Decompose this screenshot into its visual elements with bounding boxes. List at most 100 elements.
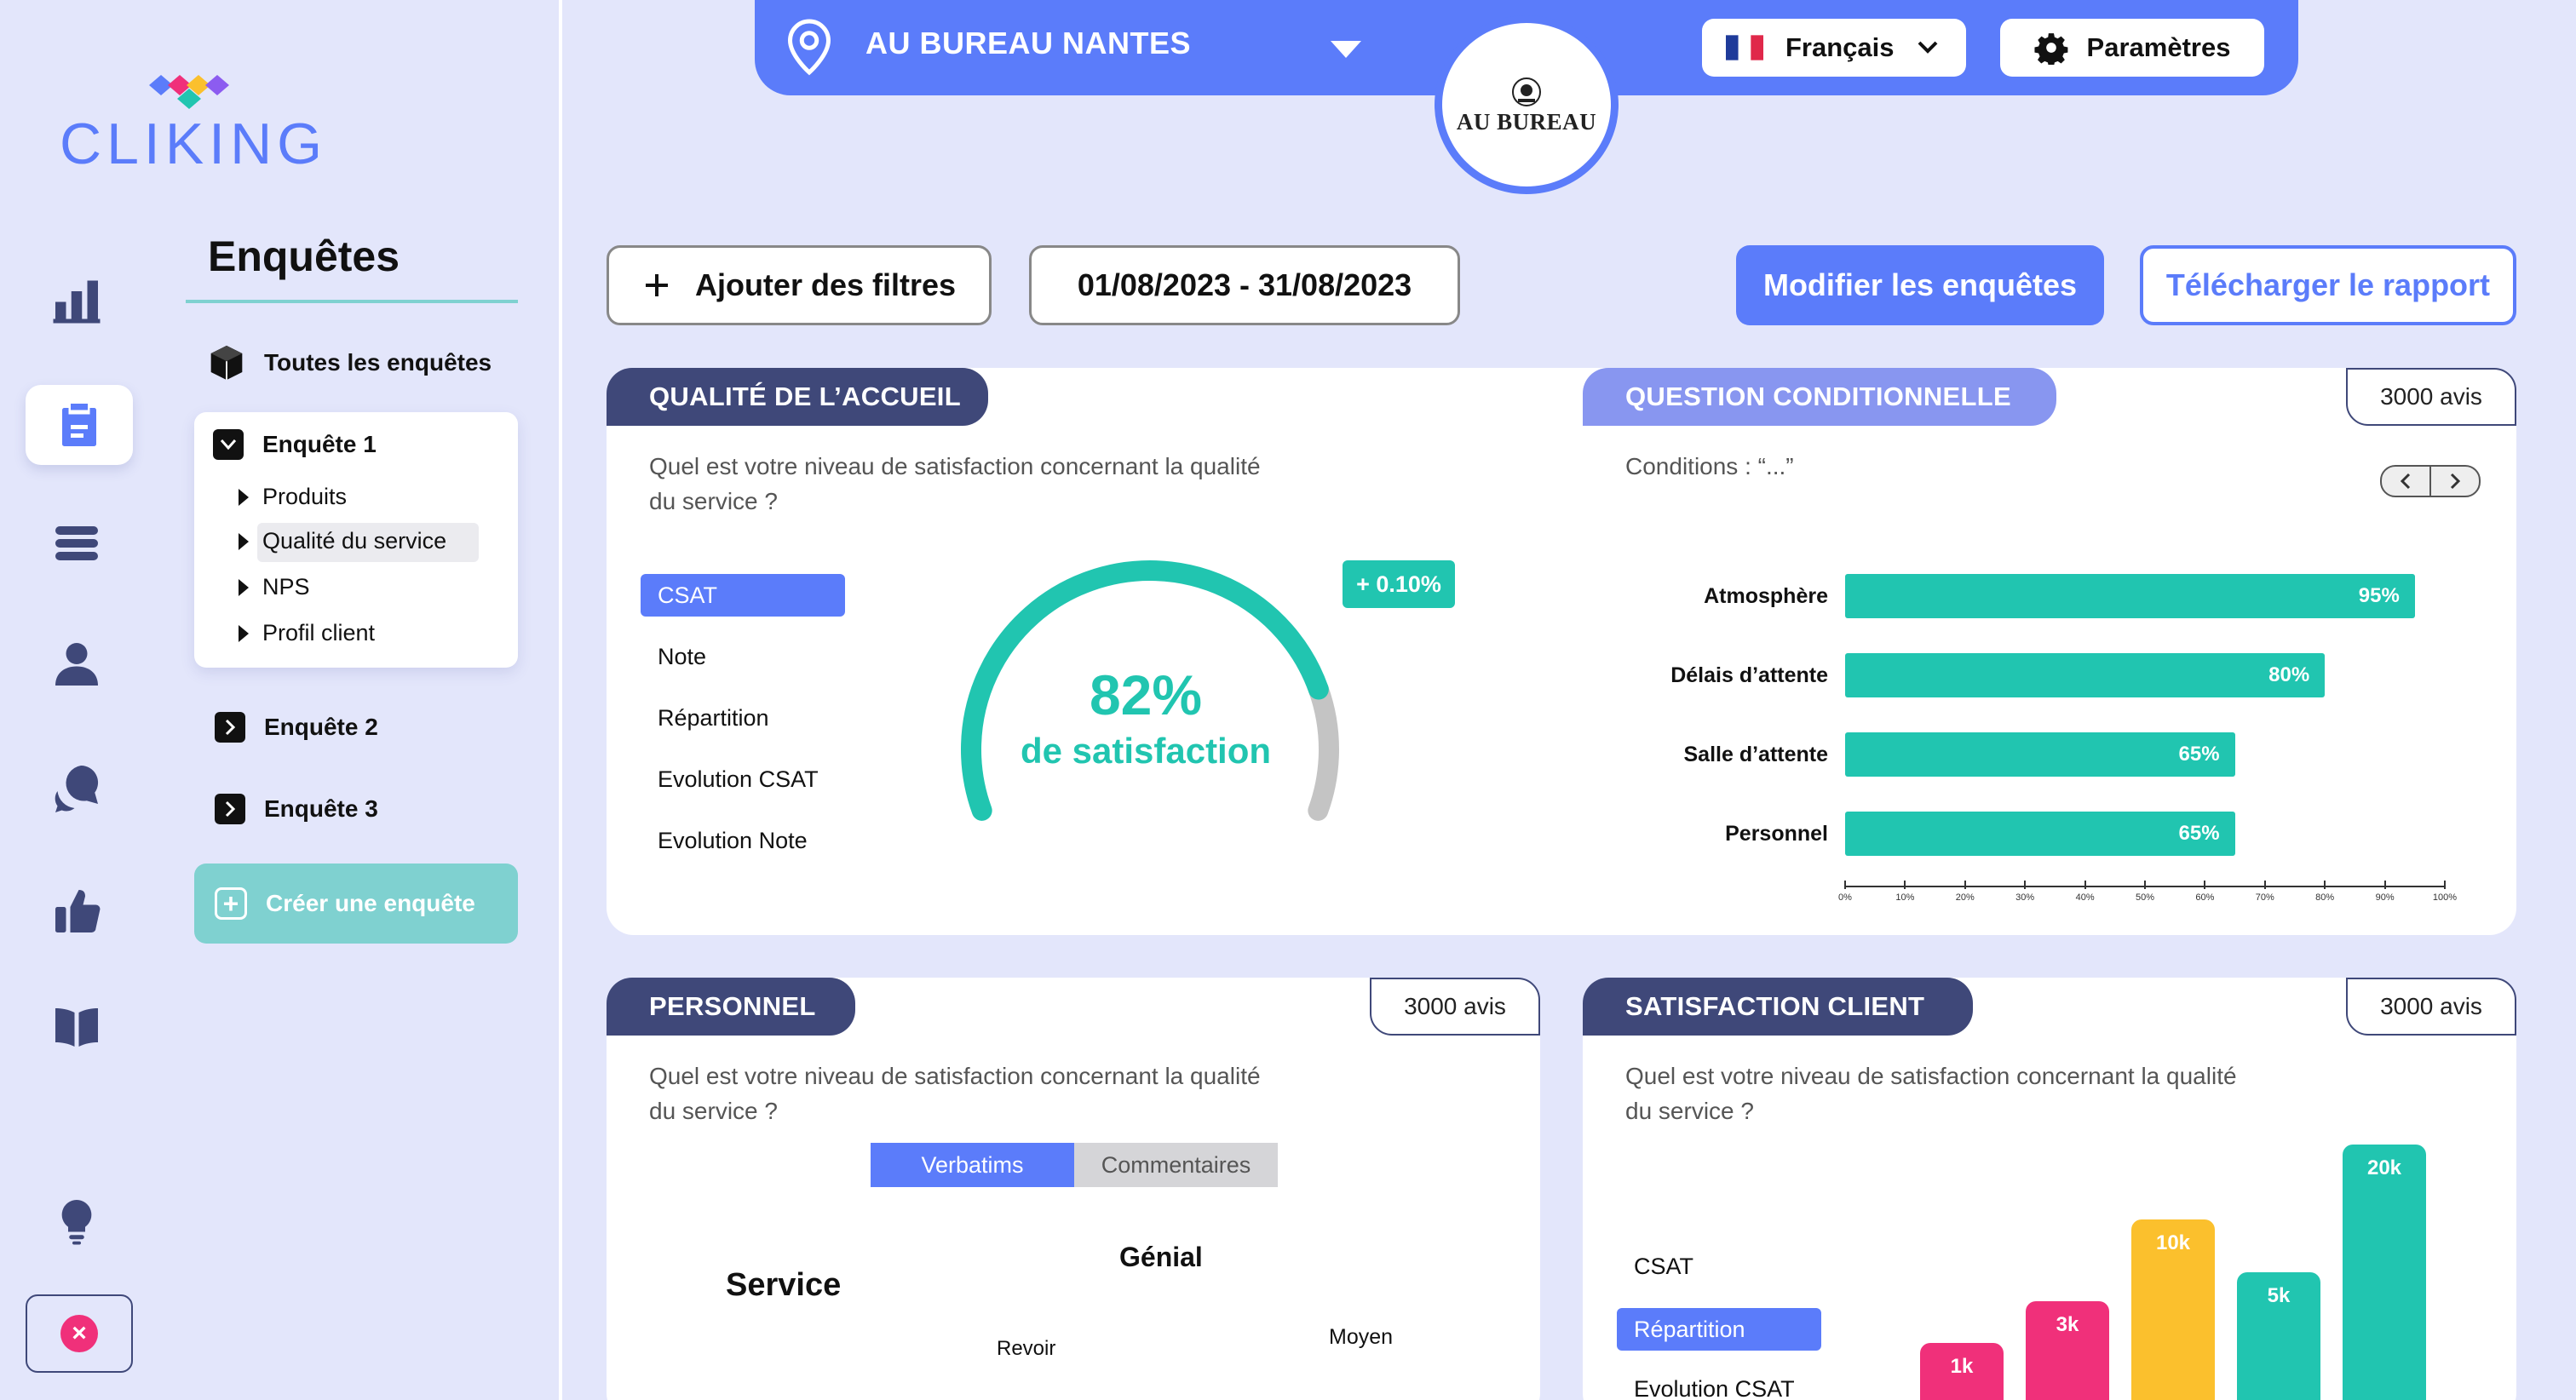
sidebar-item-label: Enquête 2 (264, 714, 378, 740)
menu-item-csat[interactable]: CSAT (641, 574, 845, 617)
location-selector[interactable]: AU BUREAU NANTES (865, 26, 1191, 61)
bar: 1k (1920, 1342, 2004, 1400)
personnel-panel (607, 978, 1540, 1400)
question-line: Quel est votre niveau de satisfaction co… (1625, 1063, 2237, 1089)
close-button[interactable]: × (26, 1294, 133, 1373)
crest-icon (1512, 77, 1541, 106)
menu-item-csat[interactable]: CSAT (1634, 1254, 1693, 1280)
chevron-left-icon[interactable] (2382, 467, 2431, 496)
chart-icon[interactable] (43, 266, 111, 334)
menu-item-evolution-csat[interactable]: Evolution CSAT (1634, 1376, 1795, 1400)
word-cloud-item: Service (726, 1267, 842, 1303)
menu-item-note[interactable]: Note (658, 644, 706, 670)
sidebar-item-label: Enquête 3 (264, 795, 378, 822)
modify-surveys-button[interactable]: Modifier les enquêtes (1736, 245, 2104, 325)
gauge-readout: 82% de satisfaction (1005, 663, 1286, 772)
sidebar-divider (559, 0, 562, 1400)
tab-qualite-accueil[interactable]: QUALITÉ DE L’ACCUEIL (607, 368, 988, 426)
chat-icon[interactable] (43, 753, 111, 821)
x-tick-label: 100% (2432, 892, 2458, 903)
bar: 65% (1845, 812, 2235, 856)
x-tick (2204, 881, 2206, 889)
x-tick (2324, 881, 2326, 889)
tab-satisfaction-client[interactable]: SATISFACTION CLIENT (1583, 978, 1973, 1036)
x-tick-label: 20% (1955, 892, 1975, 903)
menu-item-repartition[interactable]: Répartition (658, 705, 769, 732)
gauge-label: de satisfaction (1020, 731, 1272, 771)
language-selector[interactable]: Français (1702, 19, 1966, 77)
x-tick (2084, 881, 2086, 889)
create-survey-button[interactable]: + Créer une enquête (194, 864, 518, 944)
sidebar-item-all-surveys[interactable]: Toutes les enquêtes (208, 344, 492, 382)
france-flag-icon (1726, 35, 1763, 60)
x-tick (2024, 881, 2027, 889)
chevron-right-icon (215, 794, 245, 824)
conditional-bar-chart: Atmosphère 95% Délais d’attente 80% Salle d’… (1653, 562, 2487, 920)
chevron-down-icon (1918, 41, 1937, 54)
question-line: du service ? (649, 487, 778, 514)
x-tick-label: 70% (2255, 892, 2274, 903)
x-tick (2383, 881, 2386, 889)
x-tick-label: 10% (1895, 892, 1915, 903)
question-line: Quel est votre niveau de satisfaction co… (649, 453, 1261, 479)
toggle-commentaires[interactable]: Commentaires (1074, 1143, 1278, 1187)
sidebar-item-survey-1[interactable]: Enquête 1 (213, 429, 377, 460)
verbatim-toggle: Verbatims Commentaires (871, 1143, 1278, 1187)
delta-badge: + 0.10% (1343, 560, 1455, 608)
personnel-question: Quel est votre niveau de satisfaction co… (649, 1059, 1348, 1128)
create-survey-label: Créer une enquête (266, 890, 475, 916)
lightbulb-icon[interactable] (43, 1187, 111, 1255)
add-filters-button[interactable]: Ajouter des filtres (607, 245, 992, 325)
avis-badge: 3000 avis (2346, 368, 2516, 426)
menu-item-evolution-csat[interactable]: Evolution CSAT (658, 766, 819, 793)
download-report-button[interactable]: Télécharger le rapport (2140, 245, 2516, 325)
caret-right-icon (239, 488, 249, 506)
tab-personnel[interactable]: PERSONNEL (607, 978, 855, 1036)
gauge-track (1308, 679, 1339, 821)
sidebar-subitem-qualite-service[interactable]: Qualité du service (239, 528, 446, 554)
sidebar-subitem-label: Produits (262, 484, 348, 509)
user-icon[interactable] (43, 630, 111, 698)
sidebar-item-survey-2[interactable]: Enquête 2 (215, 712, 378, 743)
layers-icon[interactable] (43, 509, 111, 577)
language-label: Français (1785, 32, 1895, 62)
clipboard-icon[interactable] (26, 385, 133, 465)
menu-item-evolution-note[interactable]: Evolution Note (658, 828, 808, 854)
bar: 80% (1845, 653, 2326, 697)
settings-button[interactable]: Paramètres (2000, 19, 2264, 77)
x-tick-label: 50% (2135, 892, 2155, 903)
caret-right-icon (239, 532, 249, 550)
sidebar-title: Enquêtes (208, 232, 400, 280)
tab-question-conditionnelle[interactable]: QUESTION CONDITIONNELLE (1583, 368, 2056, 426)
location-pin-icon (787, 19, 831, 76)
toggle-verbatims[interactable]: Verbatims (871, 1143, 1074, 1187)
sidebar-subitem-produits[interactable]: Produits (239, 484, 347, 510)
chevron-right-icon (215, 712, 245, 743)
cube-icon (210, 345, 243, 381)
logo: CLIKING (60, 112, 328, 176)
x-tick (2144, 881, 2146, 889)
x-tick (1844, 881, 1846, 889)
date-range-picker[interactable]: 01/08/2023 - 31/08/2023 (1029, 245, 1460, 325)
bar-category-label: Délais d’attente (1670, 663, 1828, 687)
pager-control (2380, 465, 2481, 497)
gear-icon (2034, 33, 2067, 65)
sidebar-item-survey-3[interactable]: Enquête 3 (215, 794, 378, 824)
bar-category-label: Salle d’attente (1683, 743, 1829, 766)
x-tick-label: 0% (1838, 892, 1852, 903)
caret-right-icon (239, 624, 249, 642)
menu-item-repartition[interactable]: Répartition (1617, 1308, 1821, 1351)
dropdown-caret-icon[interactable] (1329, 39, 1363, 60)
word-cloud-item: Revoir (997, 1337, 1056, 1360)
sidebar-subitem-profil-client[interactable]: Profil client (239, 620, 375, 646)
word-cloud-item: Moyen (1329, 1325, 1394, 1349)
sidebar-subitem-nps[interactable]: NPS (239, 574, 310, 600)
x-tick-label: 30% (2015, 892, 2035, 903)
thumbs-up-icon[interactable] (43, 877, 111, 945)
bar: 65% (1845, 732, 2235, 777)
book-icon[interactable] (43, 991, 111, 1059)
word-cloud-item: Génial (1119, 1242, 1203, 1272)
chevron-right-icon[interactable] (2431, 467, 2479, 496)
avis-badge: 3000 avis (2346, 978, 2516, 1036)
sidebar-underline (186, 300, 518, 303)
